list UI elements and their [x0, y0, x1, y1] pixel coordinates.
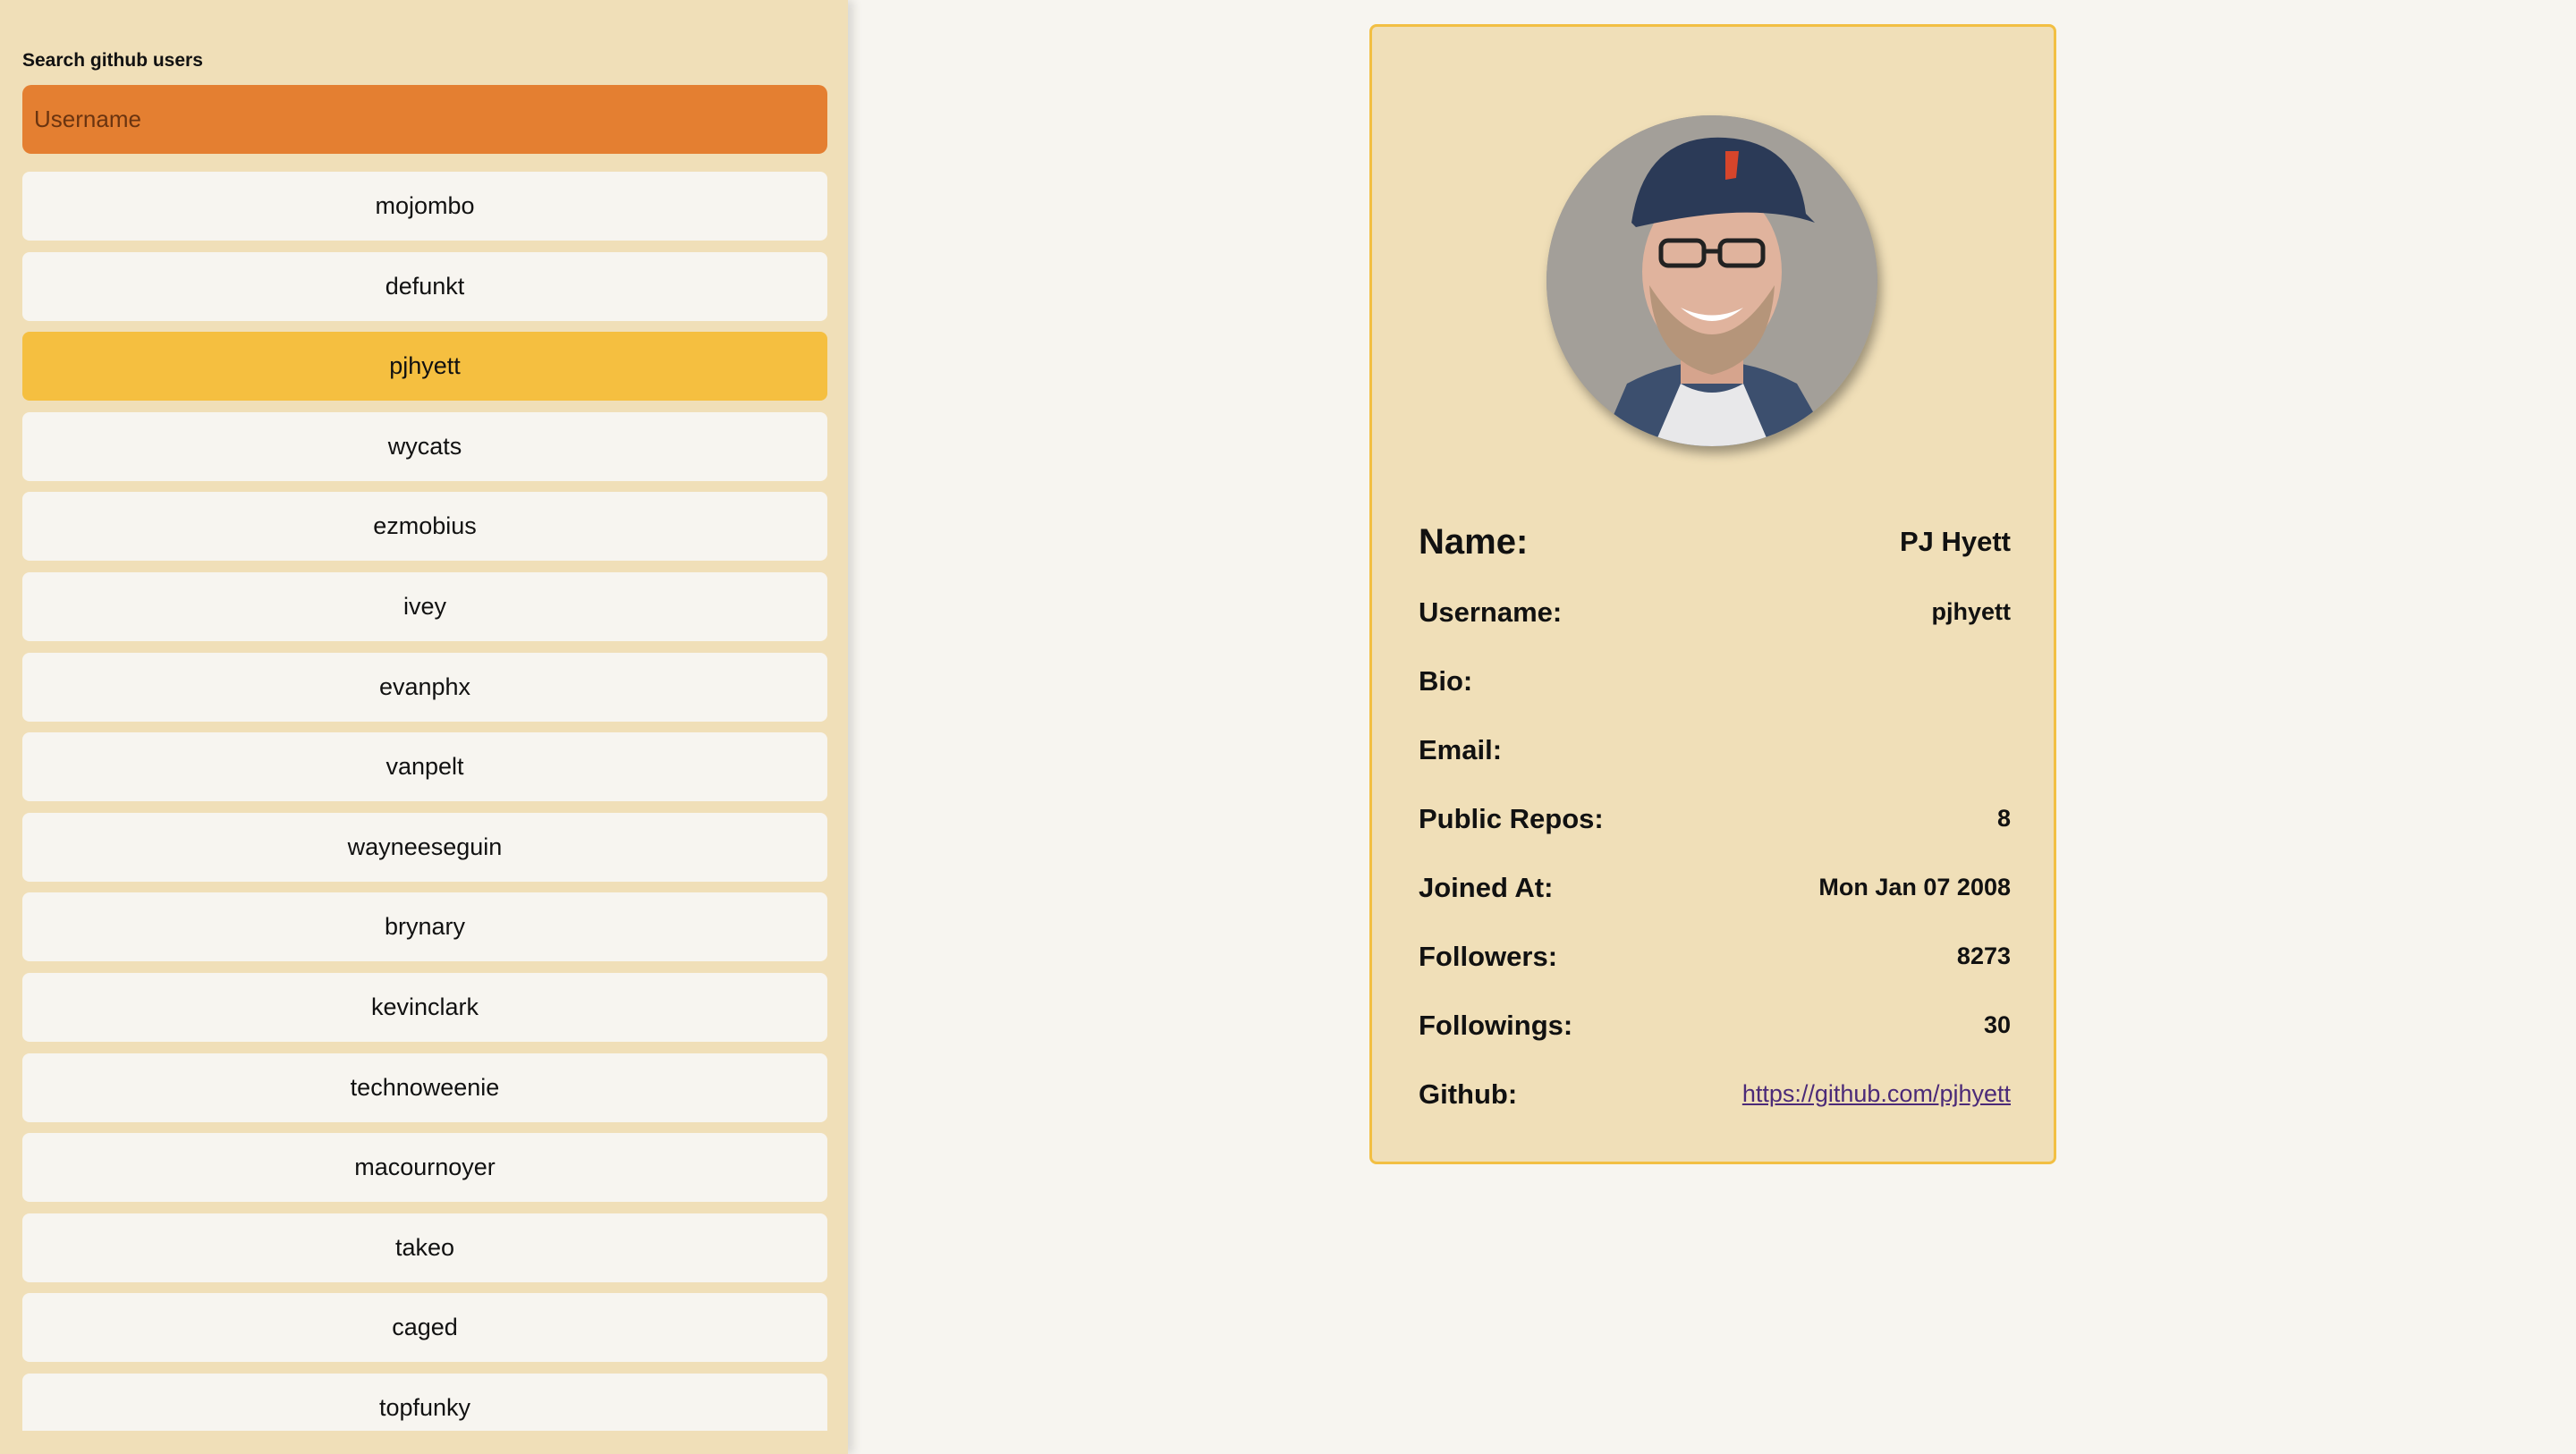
user-list-item[interactable]: wycats [22, 411, 827, 481]
name-row: Name: PJ Hyett [1419, 510, 2011, 574]
github-label: Github: [1419, 1078, 1518, 1110]
repos-row: Public Repos: 8 [1419, 784, 2011, 853]
user-list-item[interactable]: topfunky [22, 1373, 827, 1431]
bio-label: Bio: [1419, 664, 1473, 697]
user-list-item[interactable]: ezmobius [22, 492, 827, 562]
username-label: Username: [1419, 596, 1563, 628]
user-list-item[interactable]: ivey [22, 571, 827, 641]
name-label: Name: [1419, 521, 1529, 562]
search-label: Search github users [22, 50, 203, 71]
sidebar: Search github users mojombo defunkt pjhyet… [0, 0, 848, 1454]
repos-label: Public Repos: [1419, 802, 1604, 834]
followings-row: Followings: 30 [1419, 991, 2011, 1060]
user-list-item[interactable]: brynary [22, 892, 827, 962]
user-list-item[interactable]: vanpelt [22, 732, 827, 802]
email-label: Email: [1419, 733, 1503, 765]
user-list-item[interactable]: kevinclark [22, 972, 827, 1042]
user-list-item[interactable]: pjhyett [22, 332, 827, 402]
avatar-photo [1546, 115, 1877, 446]
avatar [1546, 115, 1877, 446]
followers-row: Followers: 8273 [1419, 922, 2011, 991]
user-list-item[interactable]: defunkt [22, 251, 827, 321]
user-list-item[interactable]: mojombo [22, 172, 827, 241]
followers-value: 8273 [1956, 943, 2011, 969]
followings-label: Followings: [1419, 1009, 1573, 1041]
user-list-item[interactable]: evanphx [22, 652, 827, 722]
github-link[interactable]: https://github.com/pjhyett [1742, 1080, 2011, 1108]
user-list-item[interactable]: wayneeseguin [22, 812, 827, 882]
repos-value: 8 [1996, 805, 2011, 832]
joined-row: Joined At: Mon Jan 07 2008 [1419, 853, 2011, 922]
user-list-item[interactable]: caged [22, 1293, 827, 1363]
email-row: Email: [1419, 715, 2011, 784]
profile-card: Name: PJ Hyett Username: pjhyett Bio: Em… [1369, 24, 2056, 1164]
joined-value: Mon Jan 07 2008 [1818, 874, 2011, 900]
github-row: Github: https://github.com/pjhyett [1419, 1060, 2011, 1129]
user-list-item[interactable]: macournoyer [22, 1133, 827, 1203]
joined-label: Joined At: [1419, 871, 1554, 903]
username-value: pjhyett [1931, 598, 2011, 625]
profile-details: Name: PJ Hyett Username: pjhyett Bio: Em… [1419, 510, 2011, 1129]
user-list-item[interactable]: takeo [22, 1213, 827, 1282]
user-list: mojombo defunkt pjhyett wycats ezmobius ivey e… [22, 172, 827, 1431]
search-input[interactable] [22, 85, 827, 154]
user-list-item[interactable]: technoweenie [22, 1052, 827, 1122]
name-value: PJ Hyett [1899, 526, 2011, 557]
followers-label: Followers: [1419, 940, 1558, 972]
bio-row: Bio: [1419, 647, 2011, 715]
followings-value: 30 [1983, 1011, 2011, 1038]
username-row: Username: pjhyett [1419, 578, 2011, 647]
